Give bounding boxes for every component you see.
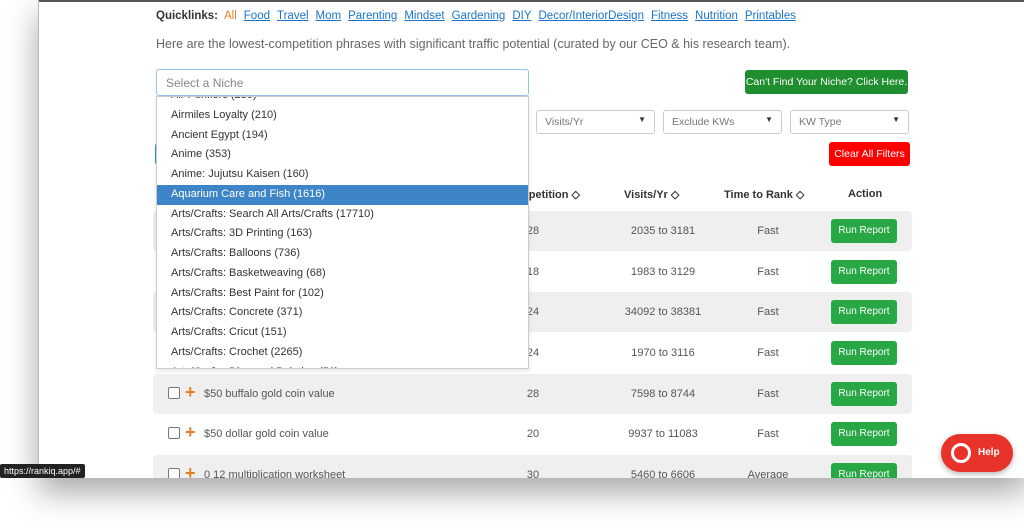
table-row: + $50 buffalo gold coin value 28 7598 to 87… [153, 374, 912, 414]
dropdown-option[interactable]: Arts/Crafts: Basketweaving (68) [157, 264, 528, 284]
quicklink-printables[interactable]: Printables [745, 10, 796, 22]
plus-icon[interactable]: + [185, 382, 196, 403]
quicklink-travel[interactable]: Travel [277, 10, 309, 22]
visits: 2035 to 3181 [630, 225, 696, 237]
divider [39, 0, 1024, 2]
keyword: 0 12 multiplication worksheet [204, 469, 346, 478]
quicklink-gardening[interactable]: Gardening [452, 10, 506, 22]
cant-find-niche-button[interactable]: Can't Find Your Niche? Click Here. [745, 70, 908, 94]
time-to-rank: Fast [757, 266, 779, 278]
row-checkbox[interactable] [168, 468, 180, 478]
run-report-button[interactable]: Run Report [831, 422, 897, 446]
clear-filters-button[interactable]: Clear All Filters [829, 142, 910, 166]
time-to-rank: Fast [757, 306, 779, 318]
dropdown-option[interactable]: Anime: Jujutsu Kaisen (160) [157, 165, 528, 185]
visits: 7598 to 8744 [630, 388, 696, 400]
table-row: + $50 dollar gold coin value 20 9937 to 110… [153, 414, 912, 454]
quicklink-parenting[interactable]: Parenting [348, 10, 397, 22]
filter-label: KW Type [799, 116, 842, 128]
status-url: https://rankiq.app/# [0, 464, 85, 478]
run-report-button[interactable]: Run Report [831, 300, 897, 324]
time-to-rank: Fast [757, 388, 779, 400]
dropdown-option[interactable]: Aquarium Care and Fish (1616) [157, 184, 528, 205]
quicklinks-label: Quicklinks: [156, 10, 218, 22]
run-report-button[interactable]: Run Report [831, 382, 897, 406]
run-report-button[interactable]: Run Report [831, 463, 897, 478]
caret-down-icon: ▼ [765, 115, 773, 124]
competition: 28 [526, 388, 540, 400]
dropdown-option[interactable]: Arts/Crafts: Search All Arts/Crafts (177… [157, 205, 528, 225]
run-report-button[interactable]: Run Report [831, 260, 897, 284]
niche-dropdown-list[interactable]: Air Purifiers (230)Airmiles Loyalty (210… [156, 96, 529, 369]
plus-icon[interactable]: + [185, 422, 196, 443]
intro-text: Here are the lowest-competition phrases … [156, 37, 791, 51]
quicklink-food[interactable]: Food [244, 10, 270, 22]
visits: 1970 to 3116 [631, 347, 695, 359]
dropdown-option[interactable]: Airmiles Loyalty (210) [157, 106, 528, 126]
plus-icon[interactable]: + [185, 463, 196, 478]
row-checkbox[interactable] [168, 387, 180, 399]
filter-label: Visits/Yr [545, 116, 584, 128]
quicklinks: Quicklinks: All Food Travel Mom Parenting Mind… [156, 10, 803, 22]
dropdown-option[interactable]: Arts/Crafts: Diamond Painting (56) [157, 363, 528, 369]
run-report-button[interactable]: Run Report [831, 219, 897, 243]
help-label: Help [978, 447, 1000, 458]
quicklink-mindset[interactable]: Mindset [404, 10, 444, 22]
browser-window: Quicklinks: All Food Travel Mom Parenting Mind… [38, 0, 1024, 478]
dropdown-option[interactable]: Arts/Crafts: Best Paint for (102) [157, 284, 528, 304]
dropdown-option[interactable]: Anime (353) [157, 145, 528, 165]
visits-filter[interactable]: Visits/Yr ▼ [536, 110, 655, 134]
dropdown-option[interactable]: Air Purifiers (230) [157, 97, 528, 106]
lifebuoy-icon [951, 443, 971, 463]
quicklink-mom[interactable]: Mom [316, 10, 342, 22]
header-time-to-rank[interactable]: Time to Rank ◇ [724, 188, 804, 201]
quicklink-diy[interactable]: DIY [512, 10, 531, 22]
exclude-kws-filter[interactable]: Exclude KWs ▼ [663, 110, 782, 134]
visits: 34092 to 38381 [624, 306, 702, 318]
time-to-rank: Fast [757, 225, 779, 237]
caret-down-icon: ▼ [638, 115, 646, 124]
run-report-button[interactable]: Run Report [831, 341, 897, 365]
header-action: Action [848, 188, 883, 200]
dropdown-option[interactable]: Ancient Egypt (194) [157, 126, 528, 146]
competition: 30 [526, 469, 540, 478]
header-visits[interactable]: Visits/Yr ◇ [624, 188, 679, 201]
competition: 20 [526, 428, 540, 440]
caret-down-icon: ▼ [892, 115, 900, 124]
quicklink-nutrition[interactable]: Nutrition [695, 10, 738, 22]
keyword: $50 dollar gold coin value [204, 428, 329, 440]
time-to-rank: Average [747, 469, 789, 478]
time-to-rank: Fast [757, 347, 779, 359]
quicklink-all[interactable]: All [224, 10, 237, 22]
quicklink-decorinteriordesign[interactable]: Decor/InteriorDesign [539, 10, 644, 22]
table-row: +0 12 multiplication worksheet 30 5460 to … [153, 455, 912, 478]
time-to-rank: Fast [757, 428, 779, 440]
dropdown-option[interactable]: Arts/Crafts: 3D Printing (163) [157, 224, 528, 244]
quicklink-fitness[interactable]: Fitness [651, 10, 688, 22]
dropdown-option[interactable]: Arts/Crafts: Crochet (2265) [157, 343, 528, 363]
visits: 5460 to 6606 [630, 469, 696, 478]
niche-select[interactable]: Select a Niche [156, 69, 529, 96]
dropdown-option[interactable]: Arts/Crafts: Concrete (371) [157, 303, 528, 323]
row-checkbox[interactable] [168, 427, 180, 439]
kw-type-filter[interactable]: KW Type ▼ [790, 110, 909, 134]
visits: 9937 to 11083 [628, 428, 698, 440]
dropdown-option[interactable]: Arts/Crafts: Cricut (151) [157, 323, 528, 343]
visits: 1983 to 3129 [630, 266, 696, 278]
filter-label: Exclude KWs [672, 116, 735, 128]
help-button[interactable]: Help [941, 434, 1013, 472]
dropdown-option[interactable]: Arts/Crafts: Balloons (736) [157, 244, 528, 264]
keyword: $50 buffalo gold coin value [204, 388, 335, 400]
